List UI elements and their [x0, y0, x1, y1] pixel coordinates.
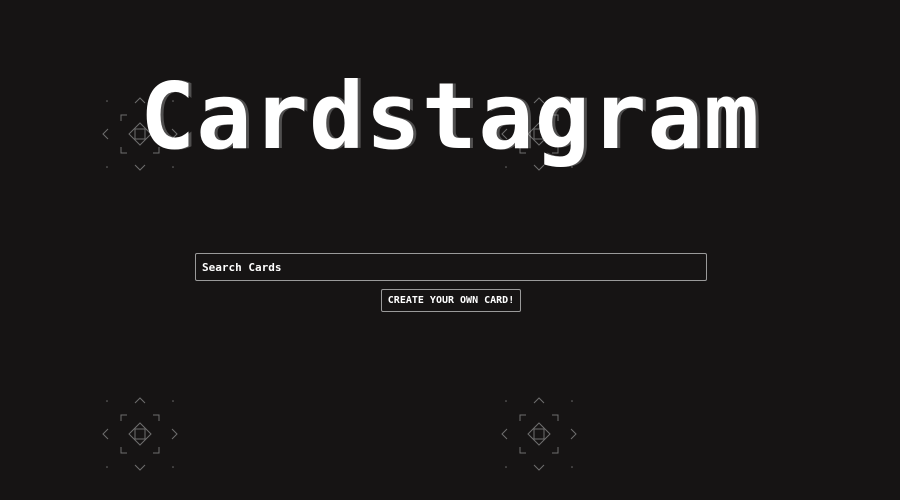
create-card-button[interactable]: CREATE YOUR OWN CARD! [381, 289, 521, 312]
search-input[interactable] [195, 253, 707, 281]
page-title: Cardstagram [139, 63, 761, 170]
search-bar [195, 253, 707, 281]
diamond-grid-icon [100, 395, 180, 475]
diamond-grid-icon [499, 395, 579, 475]
